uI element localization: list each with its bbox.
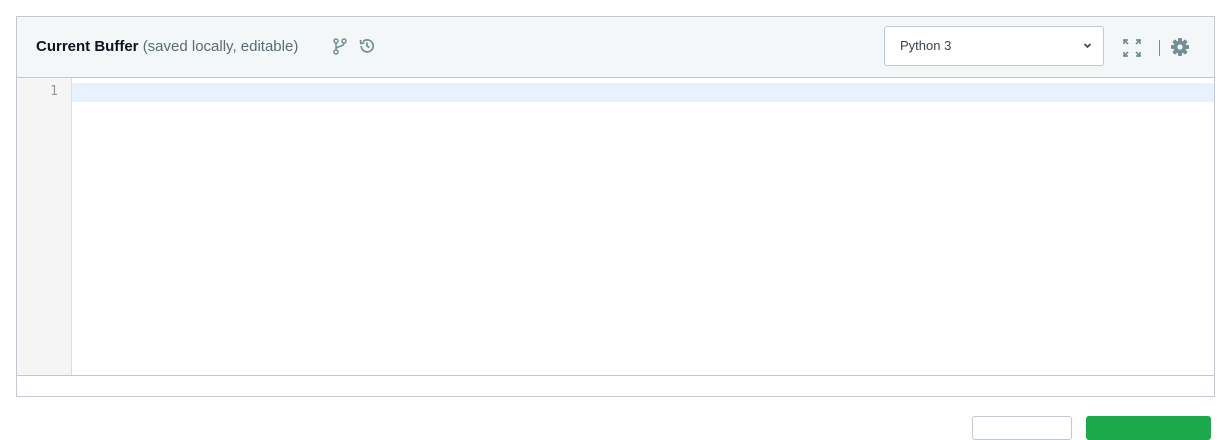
line-number: 1 — [50, 84, 58, 99]
code-editor: Current Buffer (saved locally, editable)… — [16, 16, 1215, 397]
expand-icon[interactable] — [1122, 38, 1142, 58]
editor-body: 1 — [17, 78, 1214, 376]
buffer-subtitle-text: (saved locally, editable) — [142, 38, 299, 55]
active-line-highlight — [72, 83, 1214, 102]
chevron-down-icon — [1083, 42, 1092, 49]
code-branch-icon[interactable] — [333, 38, 347, 55]
gear-icon[interactable] — [1170, 37, 1190, 57]
editor-footer — [17, 375, 1214, 396]
code-input-area[interactable] — [72, 78, 1214, 376]
history-icon[interactable] — [358, 37, 376, 55]
buffer-title: Current Buffer (saved locally, editable) — [36, 38, 298, 56]
editor-header: Current Buffer (saved locally, editable)… — [17, 17, 1214, 78]
buffer-title-text: Current Buffer — [36, 38, 139, 55]
language-select[interactable]: Python 3 — [884, 26, 1104, 66]
language-select-value: Python 3 — [900, 38, 952, 53]
header-divider — [1159, 40, 1160, 56]
line-number-gutter: 1 — [17, 78, 72, 376]
